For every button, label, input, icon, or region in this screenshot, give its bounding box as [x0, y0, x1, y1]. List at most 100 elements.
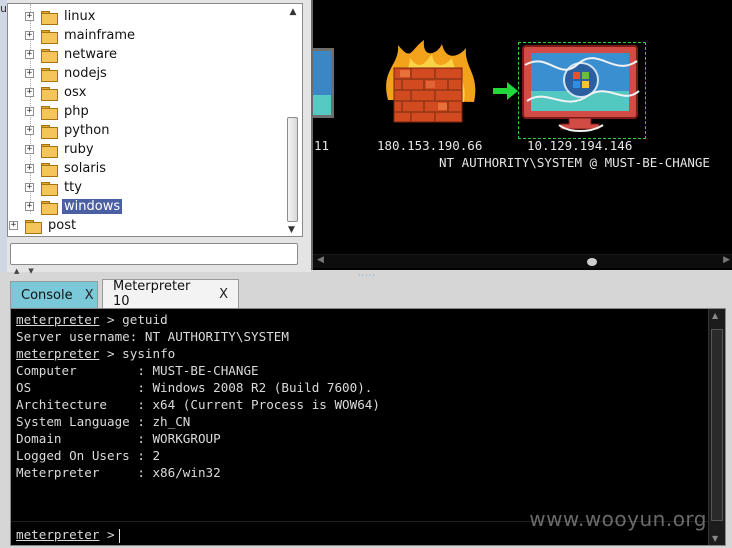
tree-item-python[interactable]: + python — [25, 121, 111, 140]
folder-icon — [25, 219, 42, 234]
scroll-up-icon[interactable]: ▲ — [286, 7, 300, 17]
graph-scrollbar[interactable]: ◀ ▶ — [313, 254, 732, 268]
expand-icon[interactable]: + — [9, 221, 18, 230]
console-line-text: Domain : WORKGROUP — [16, 431, 221, 446]
close-icon[interactable]: X — [85, 288, 94, 303]
folder-icon — [41, 124, 58, 139]
console-line-text: Logged On Users : 2 — [16, 448, 161, 463]
close-icon[interactable]: X — [219, 287, 228, 302]
console-line-text: Server username: NT AUTHORITY\SYSTEM — [16, 329, 289, 344]
expand-icon[interactable]: + — [25, 164, 34, 173]
console-line: Meterpreter : x86/win32 — [16, 464, 706, 481]
expand-icon[interactable]: + — [25, 145, 34, 154]
console-scrollbar[interactable]: ▲ ▼ — [708, 309, 725, 545]
graph-scroll-knob[interactable] — [587, 258, 597, 266]
console-line-text: OS : Windows 2008 R2 (Build 7600). — [16, 380, 373, 395]
scroll-left-icon[interactable]: ◀ — [317, 255, 324, 265]
console-input-line[interactable]: meterpreter > — [16, 526, 120, 544]
console-prompt: meterpreter — [16, 346, 100, 361]
scroll-down-icon[interactable]: ▼ — [288, 225, 295, 235]
collapsed-side-panel: u — [0, 0, 7, 272]
expand-icon[interactable]: + — [25, 50, 34, 59]
tree-scrollbar[interactable]: ▲ ▼ — [286, 7, 300, 235]
tree-item-ruby[interactable]: + ruby — [25, 140, 96, 159]
scroll-down-icon[interactable]: ▼ — [712, 534, 718, 543]
selected-target-host[interactable] — [518, 42, 646, 139]
console-line: OS : Windows 2008 R2 (Build 7600). — [16, 379, 706, 396]
folder-icon — [41, 200, 58, 215]
folder-icon — [41, 181, 58, 196]
module-search-input[interactable] — [10, 243, 298, 265]
tab-console[interactable]: Console X — [10, 281, 98, 308]
expand-icon[interactable]: + — [25, 88, 34, 97]
console-line-text: > sysinfo — [99, 346, 176, 361]
side-panel-text: u — [0, 2, 7, 15]
expand-icon[interactable]: + — [25, 126, 34, 135]
console-prompt-suffix: > — [99, 527, 115, 542]
tree-item-label: solaris — [64, 161, 107, 176]
text-cursor — [118, 528, 120, 543]
firewall-icon[interactable] — [380, 40, 480, 126]
scroll-thumb[interactable] — [287, 117, 298, 222]
tree-item-linux[interactable]: + linux — [25, 7, 97, 26]
scroll-up-icon[interactable]: ▲ — [712, 311, 718, 320]
tree-item-label: mainframe — [64, 28, 136, 43]
folder-icon — [41, 48, 58, 63]
console-line-text: Architecture : x64 (Current Process is W… — [16, 397, 380, 412]
folder-icon — [41, 86, 58, 101]
tree-item-solaris[interactable]: + solaris — [25, 159, 108, 178]
tab-meterpreter-label: Meterpreter 10 — [113, 279, 191, 309]
panel-resize-arrows-icon[interactable]: ▲▼ — [14, 267, 43, 275]
tree-item-label: tty — [64, 180, 82, 195]
tree-item-nodejs[interactable]: + nodejs — [25, 64, 109, 83]
expand-icon[interactable]: + — [25, 12, 34, 21]
console-tab-bar: Console X Meterpreter 10 X — [0, 276, 732, 309]
module-browser: u + linux + mainframe + netware + nodejs + osx + ph… — [0, 0, 311, 275]
tree-item-label: netware — [64, 47, 117, 62]
console-line: Logged On Users : 2 — [16, 447, 706, 464]
tree-item-tty[interactable]: + tty — [25, 178, 84, 197]
console-line: System Language : zh_CN — [16, 413, 706, 430]
console-line-text: System Language : zh_CN — [16, 414, 191, 429]
console-scroll-thumb[interactable] — [711, 329, 723, 521]
target-ip-label: 10.129.194.146 — [527, 138, 633, 153]
scroll-right-icon[interactable]: ▶ — [723, 255, 730, 265]
folder-icon — [41, 143, 58, 158]
console-line-text: Meterpreter : x86/win32 — [16, 465, 221, 480]
host-ip-label: 11 — [314, 138, 330, 153]
tree-item-label: python — [64, 123, 110, 138]
expand-icon[interactable]: + — [25, 107, 34, 116]
console-output: meterpreter > getuid Server username: NT … — [16, 311, 706, 481]
compromised-windows-host-icon[interactable] — [519, 43, 645, 138]
watermark: www.wooyun.org — [529, 507, 707, 531]
tab-meterpreter[interactable]: Meterpreter 10 X — [102, 279, 239, 309]
console-line: meterpreter > getuid — [16, 311, 706, 328]
tree-item-label: windows — [62, 199, 123, 214]
console-line-text: Computer : MUST-BE-CHANGE — [16, 363, 259, 378]
folder-icon — [41, 10, 58, 25]
console-line: Computer : MUST-BE-CHANGE — [16, 362, 706, 379]
expand-icon[interactable]: + — [25, 69, 34, 78]
tree-item-label: nodejs — [64, 66, 107, 81]
tree-item-php[interactable]: + php — [25, 102, 91, 121]
tree-item-label: linux — [64, 9, 96, 24]
tree-item-mainframe[interactable]: + mainframe — [25, 26, 137, 45]
host-computer-icon[interactable] — [313, 48, 334, 118]
folder-icon — [41, 162, 58, 177]
console-prompt: meterpreter — [16, 527, 100, 542]
tree-item-label: osx — [64, 85, 87, 100]
tree-item-netware[interactable]: + netware — [25, 45, 119, 64]
tree-item-label: ruby — [64, 142, 94, 157]
folder-icon — [41, 105, 58, 120]
tree-item-osx[interactable]: + osx — [25, 83, 88, 102]
tab-console-label: Console — [21, 287, 73, 303]
expand-icon[interactable]: + — [25, 183, 34, 192]
firewall-ip-label: 180.153.190.66 — [377, 138, 483, 153]
tree-item-windows[interactable]: + windows — [25, 197, 123, 216]
console-line: Server username: NT AUTHORITY\SYSTEM — [16, 328, 706, 345]
targets-graph-view: 11 180.153.190.66 10.129.194.146 NT AUTH… — [311, 0, 732, 270]
meterpreter-console[interactable]: meterpreter > getuid Server username: NT … — [10, 308, 726, 546]
tree-item-post[interactable]: + post — [9, 216, 78, 235]
expand-icon[interactable]: + — [25, 202, 34, 211]
expand-icon[interactable]: + — [25, 31, 34, 40]
